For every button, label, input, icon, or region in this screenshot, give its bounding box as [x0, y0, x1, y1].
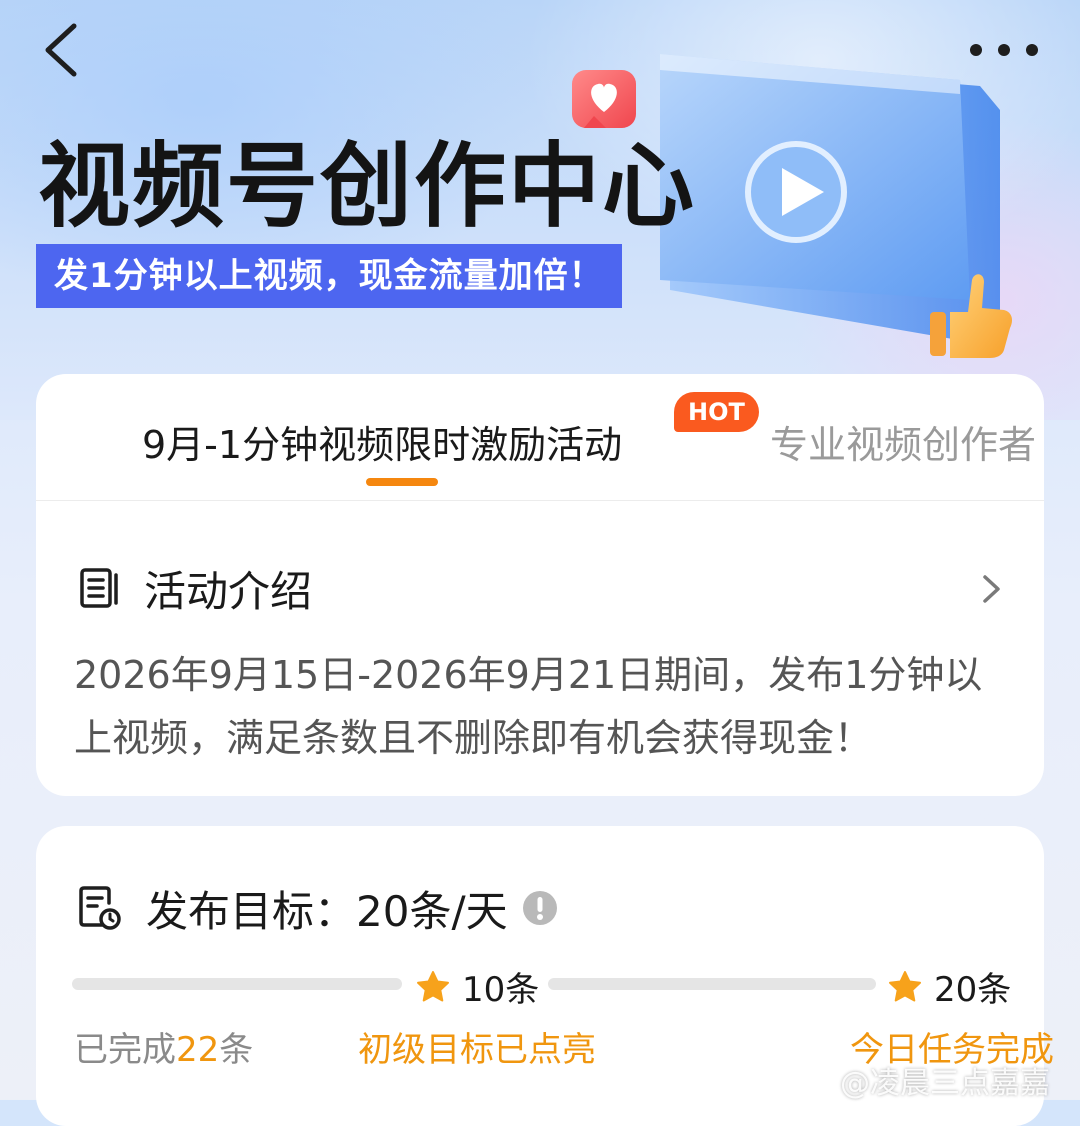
- publish-goal-header: 发布目标：20条/天: [78, 878, 558, 938]
- page-title: 视频号创作中心: [38, 133, 697, 240]
- milestone-10: 10条: [416, 962, 539, 1011]
- primary-goal-status: 初级目标已点亮: [358, 1030, 596, 1070]
- milestone-20: 20条: [888, 962, 1011, 1011]
- active-tab-indicator: [366, 478, 438, 486]
- completed-prefix: 已完成: [74, 1030, 176, 1070]
- publish-goal-title: 发布目标：20条/天: [146, 886, 508, 936]
- activity-card: 9月-1分钟视频限时激励活动 HOT 专业视频创作者 活动介绍 2026年9月1…: [36, 374, 1044, 796]
- back-button[interactable]: [38, 20, 98, 80]
- completed-suffix: 条: [219, 1030, 254, 1070]
- slogan-banner: 发1分钟以上视频，现金流量加倍！: [36, 244, 622, 308]
- hot-badge: HOT: [674, 392, 759, 432]
- back-arrow-icon: [45, 23, 77, 77]
- progress-track-2: [548, 978, 876, 990]
- header-banner: 视频号创作中心 发1分钟以上视频，现金流量加倍！: [0, 0, 1080, 420]
- milestone-20-label: 20条: [934, 970, 1012, 1010]
- chevron-right-icon: [983, 575, 1000, 603]
- info-icon[interactable]: [522, 890, 558, 926]
- document-icon: [80, 568, 118, 608]
- star-icon: [889, 970, 921, 1001]
- activity-intro-title: 活动介绍: [144, 566, 313, 616]
- goal-clipboard-icon: [79, 886, 121, 930]
- milestone-10-label: 10条: [462, 970, 540, 1010]
- activity-intro-text: 2026年9月15日-2026年9月21日期间，发布1分钟以上视频，满足条数且不…: [74, 653, 983, 760]
- star-icon: [417, 970, 449, 1001]
- progress-track-1: [72, 978, 402, 990]
- activity-tabs: 9月-1分钟视频限时激励活动 HOT 专业视频创作者: [36, 374, 1044, 501]
- completed-number: 22: [176, 1030, 220, 1070]
- tab-limited-incentive[interactable]: 9月-1分钟视频限时激励活动: [142, 414, 622, 469]
- tab-professional-creator[interactable]: 专业视频创作者: [770, 414, 1036, 469]
- completed-count: 已完成22条: [74, 1022, 253, 1071]
- watermark: @凌晨三点嘉嘉: [840, 1066, 1050, 1101]
- activity-intro-header[interactable]: 活动介绍: [78, 558, 1008, 618]
